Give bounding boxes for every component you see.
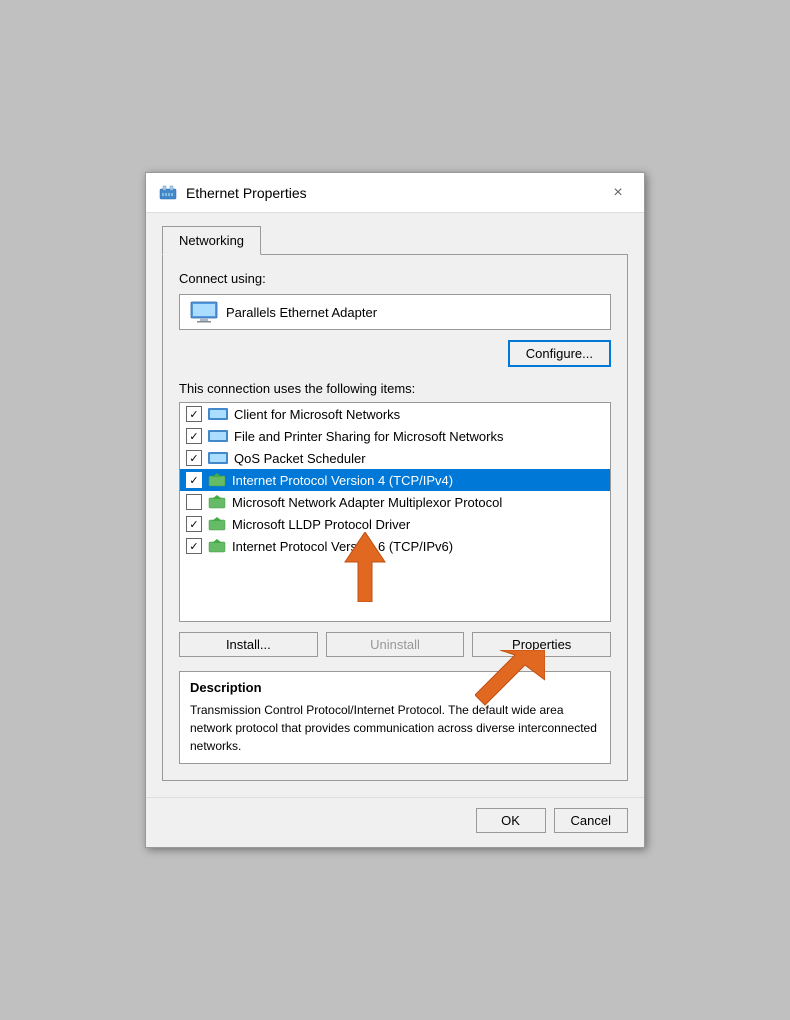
item-label: File and Printer Sharing for Microsoft N… — [234, 429, 503, 444]
title-bar-left: Ethernet Properties — [158, 183, 307, 203]
dialog-body: Networking Connect using: Parallels Ethe… — [146, 213, 644, 797]
items-list: Client for Microsoft Networks File and P… — [179, 402, 611, 622]
list-item[interactable]: Microsoft LLDP Protocol Driver — [180, 513, 610, 535]
item-label: Internet Protocol Version 4 (TCP/IPv4) — [232, 473, 453, 488]
description-title: Description — [190, 680, 600, 695]
adapter-box: Parallels Ethernet Adapter — [179, 294, 611, 330]
checkbox-client[interactable] — [186, 406, 202, 422]
description-box: Description Transmission Control Protoco… — [179, 671, 611, 764]
dialog-footer: OK Cancel — [146, 797, 644, 847]
connect-using-label: Connect using: — [179, 271, 611, 286]
title-bar: Ethernet Properties × — [146, 173, 644, 213]
install-button[interactable]: Install... — [179, 632, 318, 657]
green-icon — [208, 516, 226, 532]
checkbox-multiplexor[interactable] — [186, 494, 202, 510]
green-icon — [208, 494, 226, 510]
item-label: Internet Protocol Version 6 (TCP/IPv6) — [232, 539, 453, 554]
network-icon — [208, 406, 228, 422]
list-item[interactable]: QoS Packet Scheduler — [180, 447, 610, 469]
items-label: This connection uses the following items… — [179, 381, 611, 396]
ethernet-icon — [158, 183, 178, 203]
adapter-name: Parallels Ethernet Adapter — [226, 305, 377, 320]
description-text: Transmission Control Protocol/Internet P… — [190, 701, 600, 755]
item-label: Microsoft LLDP Protocol Driver — [232, 517, 410, 532]
checkbox-qos[interactable] — [186, 450, 202, 466]
network-icon — [208, 450, 228, 466]
checkbox-sharing[interactable] — [186, 428, 202, 444]
dialog-wrapper: Ethernet Properties × Networking Connect… — [145, 172, 645, 848]
uninstall-button[interactable]: Uninstall — [326, 632, 465, 657]
cancel-button[interactable]: Cancel — [554, 808, 628, 833]
configure-row: Configure... — [179, 340, 611, 367]
network-icon — [208, 428, 228, 444]
list-item-ipv4[interactable]: Internet Protocol Version 4 (TCP/IPv4) — [180, 469, 610, 491]
green-icon — [208, 538, 226, 554]
ok-button[interactable]: OK — [476, 808, 546, 833]
item-label: Microsoft Network Adapter Multiplexor Pr… — [232, 495, 502, 510]
list-item[interactable]: Microsoft Network Adapter Multiplexor Pr… — [180, 491, 610, 513]
item-label: Client for Microsoft Networks — [234, 407, 400, 422]
list-item[interactable]: File and Printer Sharing for Microsoft N… — [180, 425, 610, 447]
adapter-icon — [190, 301, 218, 323]
tab-content-networking: Connect using: Parallels Ethernet Adapte… — [162, 254, 628, 781]
list-item[interactable]: Internet Protocol Version 6 (TCP/IPv6) — [180, 535, 610, 557]
tab-networking[interactable]: Networking — [162, 226, 261, 255]
item-label: QoS Packet Scheduler — [234, 451, 366, 466]
checkbox-lldp[interactable] — [186, 516, 202, 532]
properties-button[interactable]: Properties — [472, 632, 611, 657]
action-buttons: Install... Uninstall Properties — [179, 632, 611, 657]
configure-button[interactable]: Configure... — [508, 340, 611, 367]
items-inner[interactable]: Client for Microsoft Networks File and P… — [180, 403, 610, 621]
tab-bar: Networking — [162, 225, 628, 254]
green-icon — [208, 472, 226, 488]
dialog-title: Ethernet Properties — [186, 185, 307, 201]
close-button[interactable]: × — [604, 179, 632, 207]
list-item[interactable]: Client for Microsoft Networks — [180, 403, 610, 425]
checkbox-ipv6[interactable] — [186, 538, 202, 554]
checkbox-ipv4[interactable] — [186, 472, 202, 488]
ethernet-properties-dialog: Ethernet Properties × Networking Connect… — [145, 172, 645, 848]
